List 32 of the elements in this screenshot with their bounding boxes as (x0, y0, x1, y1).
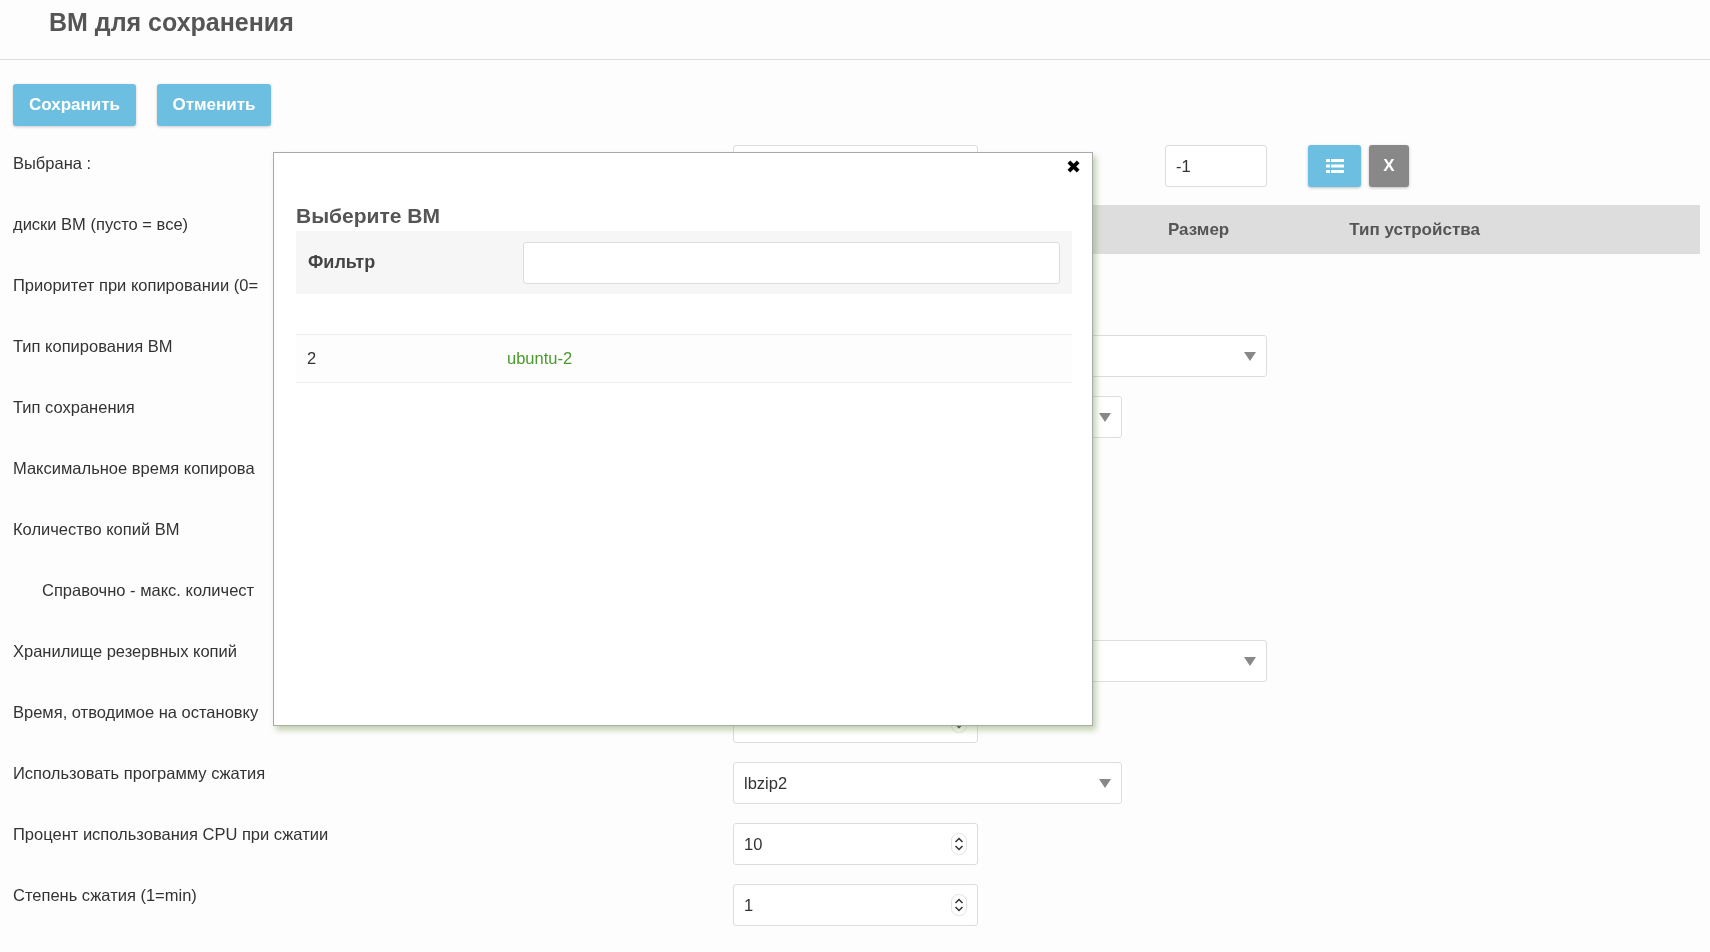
list-icon (1325, 159, 1344, 173)
filter-field[interactable] (523, 241, 1060, 284)
field-label: диски ВМ (пусто = все) (13, 214, 189, 235)
column-header: Размер (1168, 219, 1230, 240)
column-header: Тип устройства (1349, 219, 1480, 240)
dropdown-caret-icon (1099, 412, 1111, 422)
page-title: ВМ для сохранения (49, 7, 295, 38)
field-label: Максимальное время копирова (13, 458, 255, 479)
field-label: Процент использования CPU при сжатии (13, 824, 329, 845)
filter-label: Фильтр (308, 252, 377, 273)
vm-number: 2 (307, 349, 318, 368)
list-button[interactable] (1308, 145, 1361, 187)
field-label: Выбрана : (13, 153, 92, 174)
field-label: Хранилище резервных копий (13, 641, 237, 662)
field-label: Приоритет при копировании (0= (13, 275, 259, 296)
number-field[interactable]: 10 (733, 823, 978, 865)
field-label: Справочно - макс. количест (41, 580, 255, 601)
field-label: Тип сохранения (13, 397, 135, 418)
dialog-title: Выберите ВМ (296, 203, 440, 229)
close-button[interactable]: ✖ (1066, 156, 1081, 178)
dropdown-caret-icon (1099, 778, 1111, 788)
dropdown-caret-icon (1244, 656, 1256, 666)
field-label: Количество копий ВМ (13, 519, 180, 540)
clear-button[interactable]: X (1369, 145, 1409, 187)
field-label: Время, отводимое на остановку (13, 702, 259, 723)
field-label: Степень сжатия (1=min) (13, 885, 197, 906)
field-label: Использовать программу сжатия (13, 763, 266, 784)
number-field[interactable]: 1 (733, 884, 978, 926)
vm-id-field[interactable]: -1 (1165, 145, 1267, 187)
field-label: Тип копирования ВМ (13, 336, 173, 357)
select-field[interactable]: lbzip2 (733, 762, 1122, 804)
dropdown-caret-icon (1244, 351, 1256, 361)
